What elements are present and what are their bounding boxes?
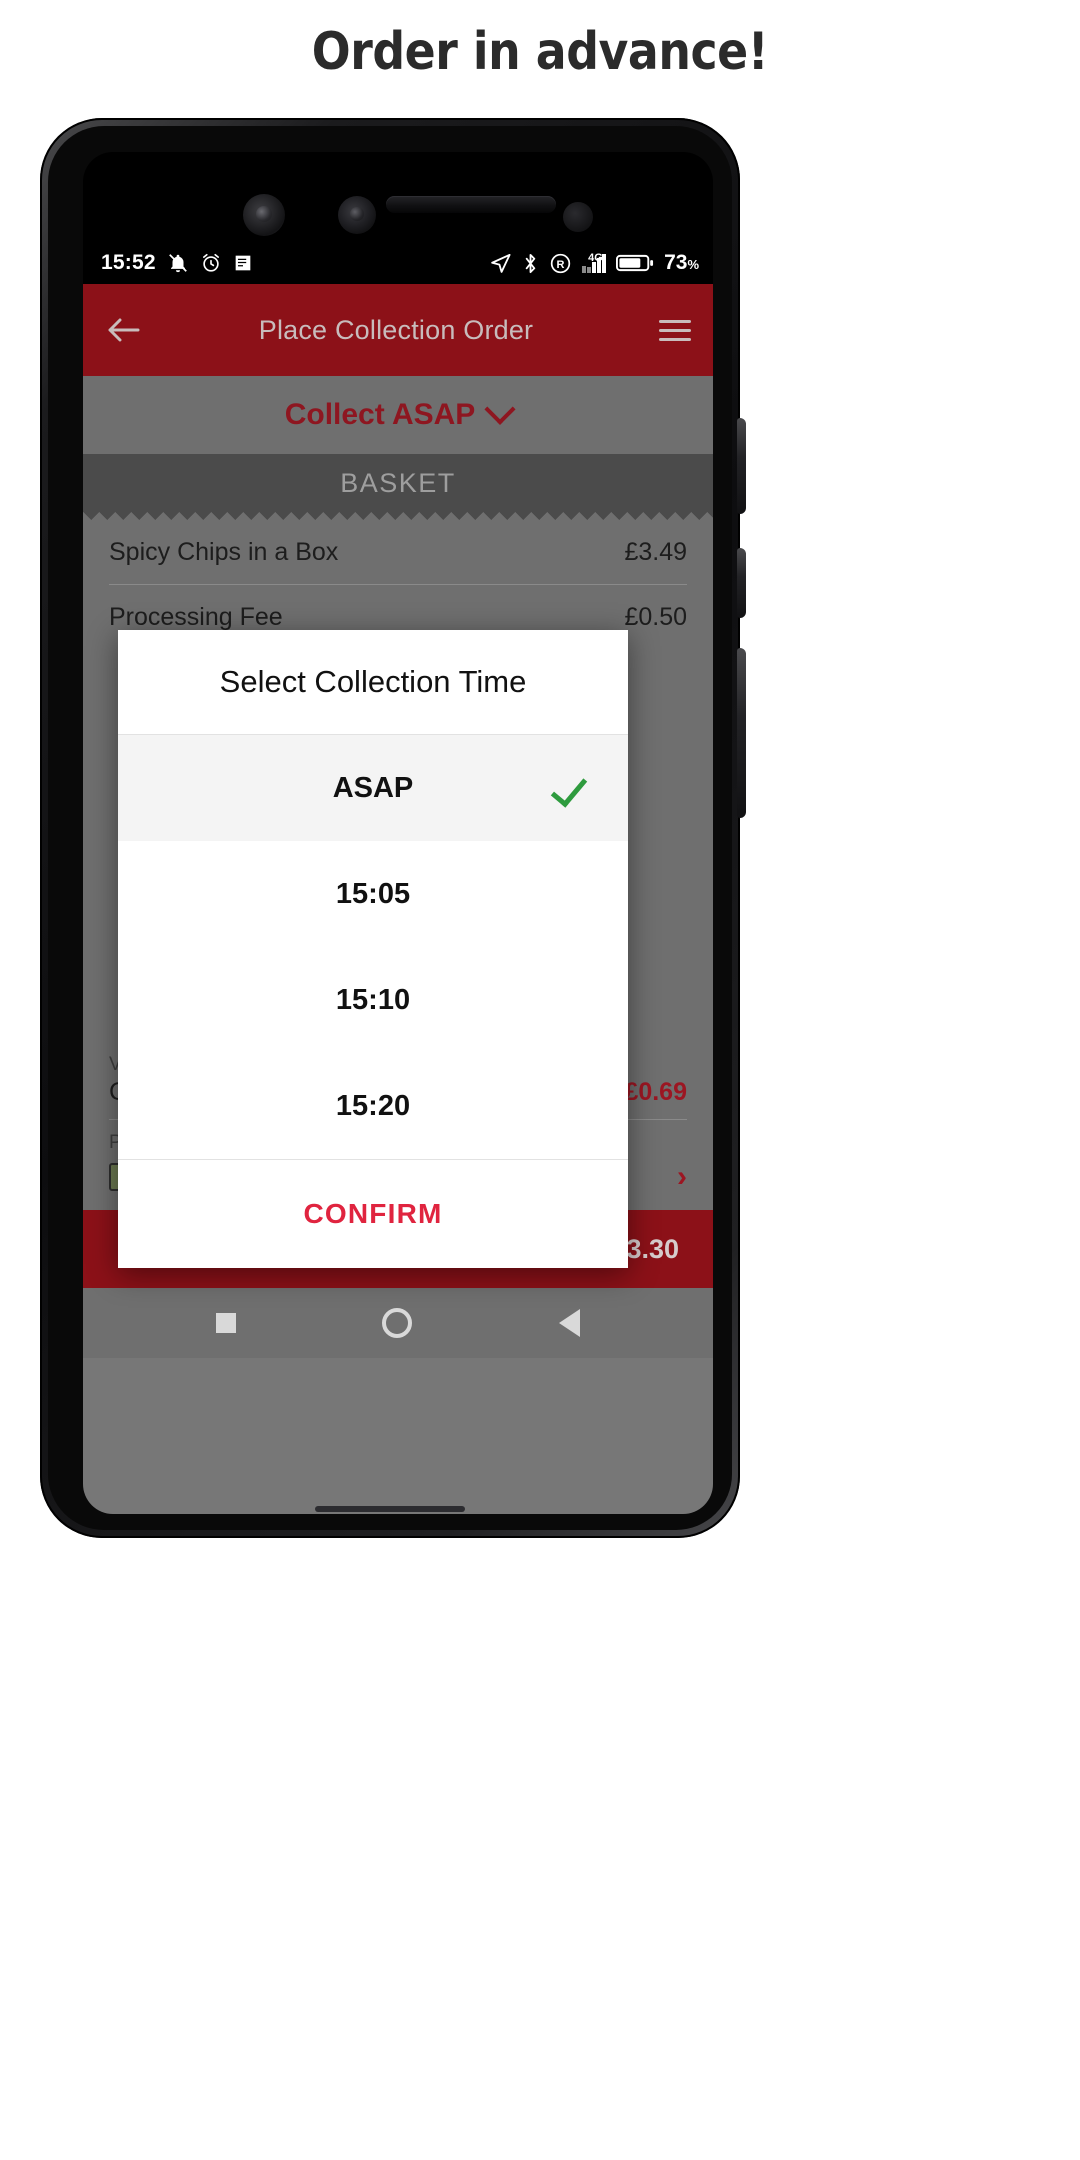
status-bar: 15:52 R 4G 73% bbox=[83, 242, 713, 284]
phone-top-bezel bbox=[83, 152, 713, 242]
receipt-zigzag-edge bbox=[83, 512, 713, 521]
phone-mockup: 15:52 R 4G 73% Place Collection Order Co… bbox=[40, 118, 746, 1538]
battery-icon bbox=[616, 254, 654, 272]
collect-time-label: Collect ASAP bbox=[284, 398, 476, 431]
power-button[interactable] bbox=[737, 418, 746, 514]
dialog-option-label: ASAP bbox=[332, 771, 414, 804]
battery-percent-value: 73 bbox=[664, 251, 688, 274]
confirm-button[interactable]: CONFIRM bbox=[118, 1160, 628, 1268]
check-icon bbox=[550, 768, 588, 808]
alarm-clock-icon bbox=[202, 253, 219, 272]
dialog-option-asap[interactable]: ASAP bbox=[118, 735, 628, 841]
dialog-option-1510[interactable]: 15:10 bbox=[118, 947, 628, 1053]
secondary-camera-icon bbox=[338, 196, 376, 234]
signal-4g-icon: 4G bbox=[582, 251, 607, 273]
network-type-label: 4G bbox=[588, 251, 603, 264]
svg-text:R: R bbox=[557, 258, 565, 270]
circle-icon[interactable] bbox=[382, 1308, 413, 1338]
hamburger-menu-icon[interactable] bbox=[659, 319, 691, 341]
android-nav-bar bbox=[83, 1288, 713, 1358]
status-right-icons: R 4G 73% bbox=[489, 251, 699, 275]
phone-screen: 15:52 R 4G 73% Place Collection Order Co… bbox=[83, 242, 713, 1514]
basket-item-name: Spicy Chips in a Box bbox=[109, 538, 339, 566]
proximity-sensor-icon bbox=[563, 202, 593, 232]
front-camera-icon bbox=[243, 194, 285, 236]
bluetooth-icon bbox=[525, 253, 536, 273]
page-root: Order in advance! 15:52 R 4G 73% Place C… bbox=[0, 0, 1080, 2160]
status-left-icons bbox=[167, 252, 253, 274]
earpiece-speaker bbox=[386, 196, 556, 213]
dialog-option-label: 15:05 bbox=[335, 877, 411, 910]
volume-up-button[interactable] bbox=[737, 548, 746, 618]
chevron-down-icon bbox=[484, 393, 516, 425]
phone-inner-frame: 15:52 R 4G 73% Place Collection Order Co… bbox=[48, 126, 732, 1530]
basket-item-name: Processing Fee bbox=[109, 602, 283, 631]
select-collection-time-dialog: Select Collection Time ASAP 15:05 15:10 … bbox=[118, 630, 628, 1268]
app-bar-title: Place Collection Order bbox=[258, 314, 534, 345]
chevron-right-icon[interactable]: › bbox=[677, 1160, 687, 1194]
triangle-back-icon[interactable] bbox=[558, 1309, 580, 1337]
battery-percent-symbol: % bbox=[687, 257, 699, 272]
notification-note-icon bbox=[235, 255, 251, 271]
volume-down-button[interactable] bbox=[737, 648, 746, 818]
dialog-title: Select Collection Time bbox=[118, 630, 628, 735]
battery-percent: 73% bbox=[664, 251, 699, 275]
basket-header: BASKET bbox=[83, 454, 713, 512]
basket-item-price: £0.50 bbox=[624, 602, 687, 631]
page-title: Order in advance! bbox=[311, 22, 769, 82]
location-arrow-icon bbox=[491, 253, 511, 273]
registered-r-icon: R bbox=[550, 253, 571, 273]
bell-muted-icon bbox=[168, 254, 187, 273]
basket-item-price: £3.49 bbox=[624, 538, 687, 566]
dialog-option-1505[interactable]: 15:05 bbox=[118, 841, 628, 947]
dialog-option-label: 15:10 bbox=[335, 983, 411, 1016]
table-row: Spicy Chips in a Box £3.49 bbox=[109, 521, 687, 585]
collect-time-selector[interactable]: Collect ASAP bbox=[83, 376, 713, 454]
status-time: 15:52 bbox=[101, 251, 156, 274]
app-bar: Place Collection Order bbox=[83, 284, 713, 376]
phone-bottom-accent bbox=[315, 1506, 465, 1512]
dialog-option-label: 15:20 bbox=[335, 1089, 411, 1122]
square-icon[interactable] bbox=[216, 1313, 237, 1333]
dialog-option-1520[interactable]: 15:20 bbox=[118, 1053, 628, 1159]
